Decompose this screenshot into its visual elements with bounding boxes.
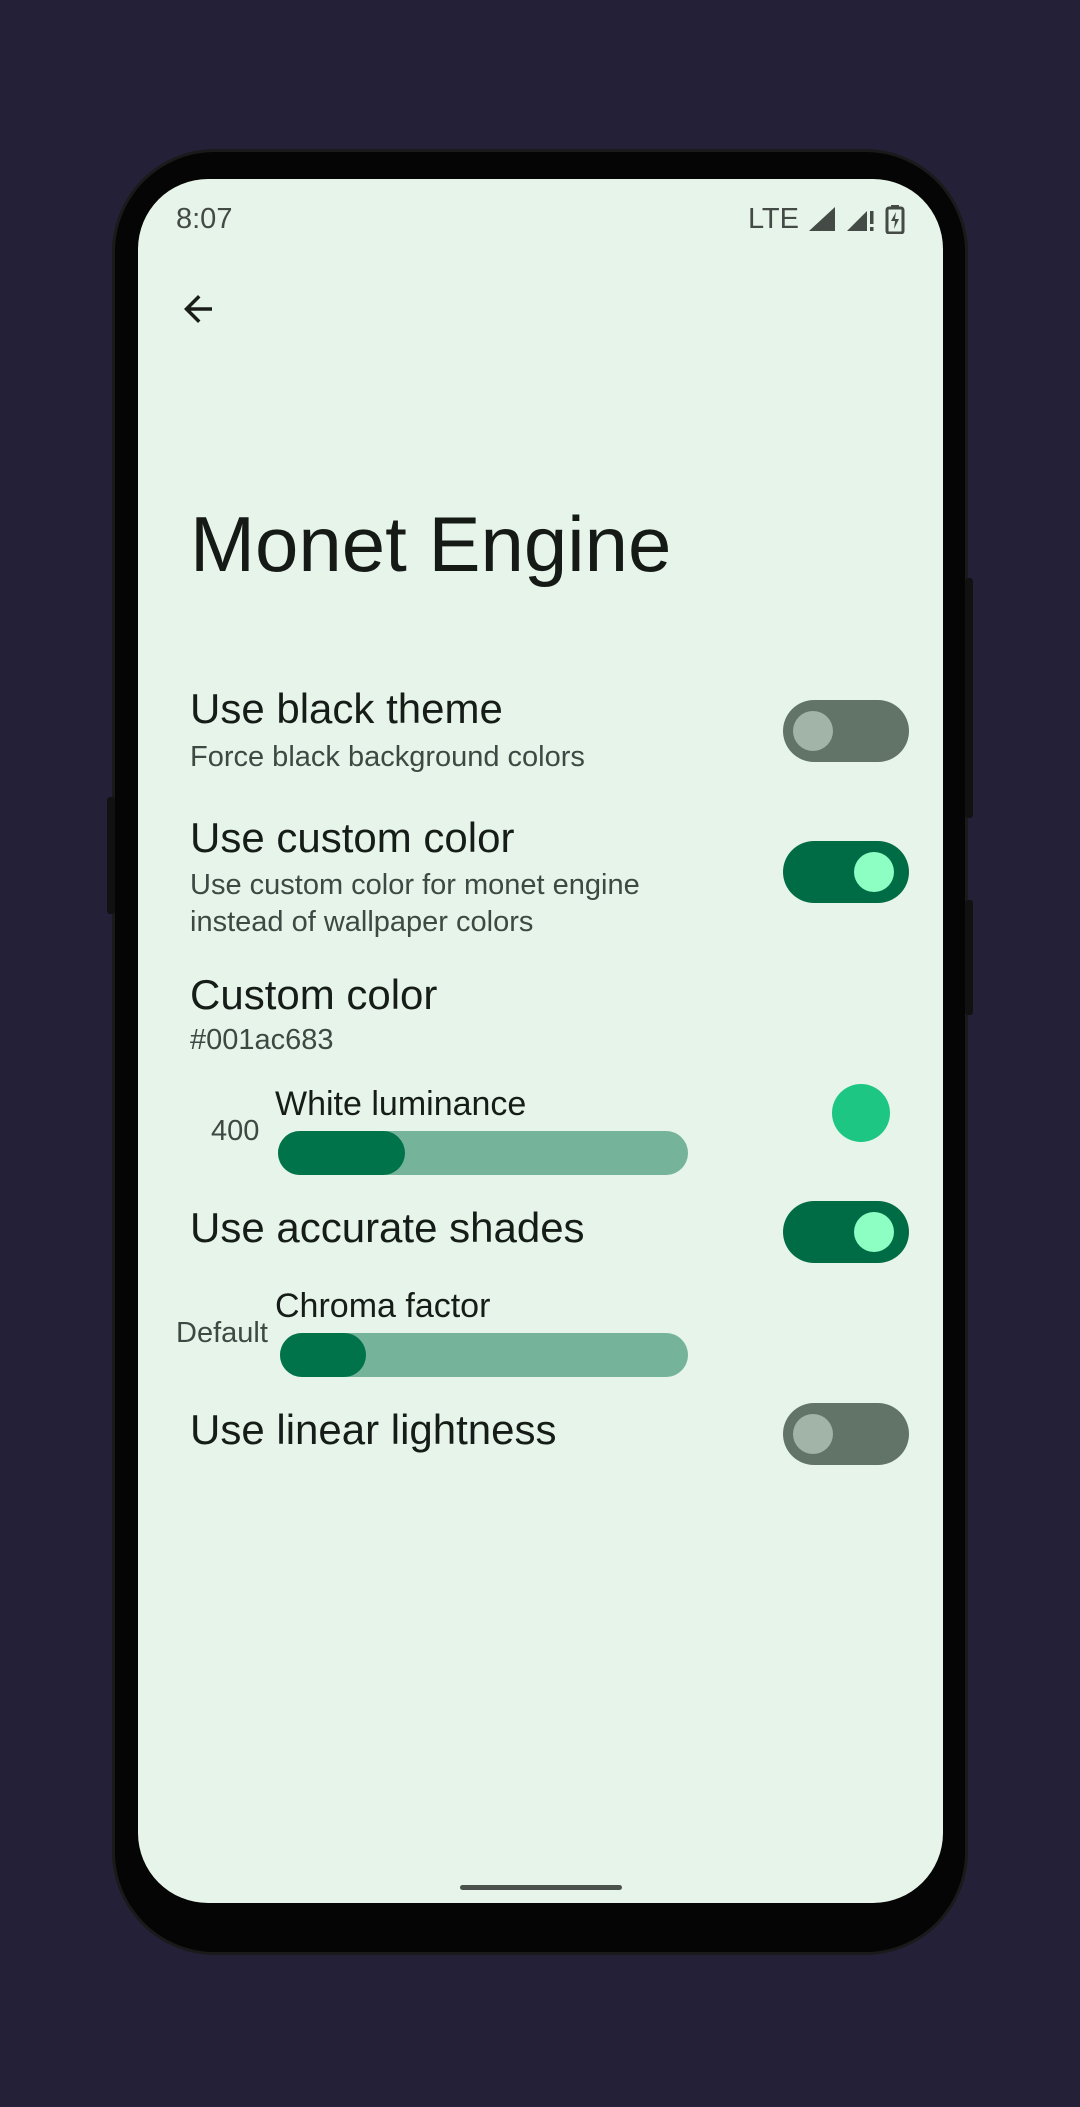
chroma-factor-value: Default: [176, 1317, 268, 1349]
battery-charging-icon: [885, 205, 905, 234]
black-theme-subtitle: Force black background colors: [190, 741, 585, 773]
white-luminance-slider[interactable]: [278, 1131, 688, 1175]
white-luminance-value: 400: [211, 1115, 260, 1147]
power-button: [965, 578, 973, 818]
linear-lightness-title: Use linear lightness: [190, 1406, 557, 1453]
custom-color-title: Custom color: [190, 971, 438, 1018]
custom-color-toggle-title: Use custom color: [190, 814, 515, 861]
custom-color-value: #001ac683: [190, 1024, 334, 1056]
volume-button: [965, 900, 973, 1015]
accurate-shades-switch[interactable]: [783, 1201, 909, 1263]
chroma-factor-slider[interactable]: [280, 1333, 688, 1377]
black-theme-switch[interactable]: [783, 700, 909, 762]
white-luminance-fill: [278, 1131, 406, 1175]
custom-color-switch[interactable]: [783, 841, 909, 903]
black-theme-title: Use black theme: [190, 685, 503, 732]
page-title: Monet Engine: [190, 500, 672, 588]
side-button-left: [107, 797, 115, 914]
signal-warning-icon: [847, 211, 874, 231]
signal-icon: [809, 207, 835, 231]
arrow-back-icon: [184, 295, 212, 323]
custom-color-toggle-subtitle: Use custom color for monet engine instea…: [190, 869, 640, 938]
status-icons: LTE: [748, 203, 905, 236]
back-button[interactable]: [168, 279, 228, 339]
linear-lightness-switch[interactable]: [783, 1403, 909, 1465]
chroma-factor-fill: [280, 1333, 366, 1377]
status-bar: 8:07 LTE: [176, 199, 905, 239]
switch-thumb: [793, 711, 833, 751]
screen: 8:07 LTE Monet Engine Use black theme Fo…: [138, 179, 943, 1903]
switch-thumb: [793, 1414, 833, 1454]
status-time: 8:07: [176, 202, 233, 235]
switch-thumb: [854, 852, 894, 892]
network-type: LTE: [747, 202, 799, 235]
white-luminance-label: White luminance: [275, 1085, 527, 1123]
switch-thumb: [854, 1212, 894, 1252]
accurate-shades-title: Use accurate shades: [190, 1204, 585, 1251]
color-swatch[interactable]: [832, 1084, 890, 1142]
chroma-factor-label: Chroma factor: [275, 1287, 491, 1325]
navigation-handle[interactable]: [460, 1885, 622, 1890]
